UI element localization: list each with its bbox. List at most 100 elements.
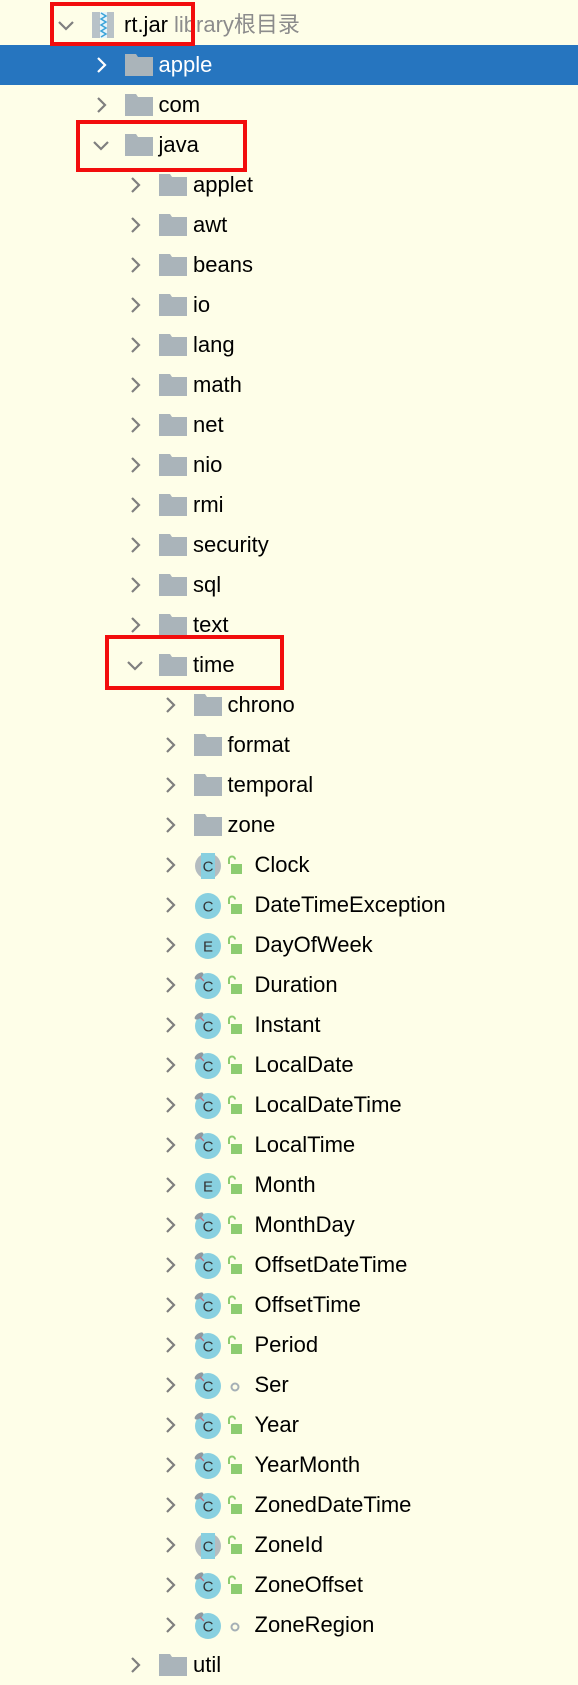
chevron-right-icon[interactable] (123, 533, 147, 557)
public-lock-icon (226, 855, 244, 875)
tree-item-label: temporal (228, 771, 314, 799)
svg-text:E: E (202, 938, 212, 955)
chevron-right-icon[interactable] (158, 1573, 182, 1597)
chevron-right-icon[interactable] (89, 53, 113, 77)
final-class-icon: C (194, 1611, 222, 1640)
final-class-icon: C (194, 1131, 222, 1160)
chevron-right-icon[interactable] (158, 1013, 182, 1037)
chevron-right-icon[interactable] (158, 1093, 182, 1117)
chevron-right-icon[interactable] (158, 1453, 182, 1477)
chevron-right-icon[interactable] (158, 1213, 182, 1237)
tree-item-yearmonth[interactable]: C YearMonth (0, 1445, 578, 1485)
tree-item-lang[interactable]: lang (0, 325, 578, 365)
chevron-down-icon[interactable] (89, 133, 113, 157)
tree-item-label: util (193, 1651, 221, 1679)
chevron-right-icon[interactable] (158, 853, 182, 877)
tree-item-label: OffsetDateTime (255, 1251, 408, 1279)
tree-item-sql[interactable]: sql (0, 565, 578, 605)
chevron-right-icon[interactable] (158, 1493, 182, 1517)
tree-item-month[interactable]: E Month (0, 1165, 578, 1205)
chevron-right-icon[interactable] (158, 1373, 182, 1397)
tree-item-dayofweek[interactable]: E DayOfWeek (0, 925, 578, 965)
tree-item-apple[interactable]: apple (0, 44, 578, 85)
tree-item-format[interactable]: format (0, 725, 578, 765)
chevron-right-icon[interactable] (158, 1613, 182, 1637)
tree-item-offsettime[interactable]: C OffsetTime (0, 1285, 578, 1325)
chevron-right-icon[interactable] (123, 1653, 147, 1677)
folder-icon (159, 173, 187, 196)
tree-item-java[interactable]: java (0, 125, 578, 165)
tree-item-rt.jar[interactable]: rt.jar library根目录 (0, 5, 578, 45)
chevron-right-icon[interactable] (123, 453, 147, 477)
chevron-right-icon[interactable] (158, 693, 182, 717)
tree-item-chrono[interactable]: chrono (0, 685, 578, 725)
tree-item-zoneid[interactable]: C ZoneId (0, 1525, 578, 1565)
chevron-right-icon[interactable] (123, 333, 147, 357)
chevron-right-icon[interactable] (158, 1533, 182, 1557)
chevron-right-icon[interactable] (123, 373, 147, 397)
chevron-right-icon[interactable] (158, 1253, 182, 1277)
tree-item-offsetdatetime[interactable]: C OffsetDateTime (0, 1245, 578, 1285)
tree-item-temporal[interactable]: temporal (0, 765, 578, 805)
item-name: sql (193, 571, 222, 597)
item-name: Duration (254, 971, 338, 997)
chevron-right-icon[interactable] (158, 973, 182, 997)
chevron-right-icon[interactable] (158, 1333, 182, 1357)
chevron-down-icon[interactable] (54, 13, 78, 37)
chevron-right-icon[interactable] (123, 293, 147, 317)
chevron-right-icon[interactable] (123, 413, 147, 437)
tree-item-clock[interactable]: C Clock (0, 845, 578, 885)
chevron-right-icon[interactable] (158, 933, 182, 957)
tree-item-label: Ser (255, 1371, 289, 1399)
chevron-right-icon[interactable] (158, 773, 182, 797)
tree-item-localdate[interactable]: C LocalDate (0, 1045, 578, 1085)
tree-item-beans[interactable]: beans (0, 245, 578, 285)
tree-item-net[interactable]: net (0, 405, 578, 445)
tree-item-year[interactable]: C Year (0, 1405, 578, 1445)
tree-item-math[interactable]: math (0, 365, 578, 405)
tree-item-nio[interactable]: nio (0, 445, 578, 485)
item-name: ZonedDateTime (254, 1491, 412, 1517)
chevron-right-icon[interactable] (158, 1173, 182, 1197)
chevron-right-icon[interactable] (158, 1293, 182, 1317)
tree-item-applet[interactable]: applet (0, 165, 578, 205)
tree-item-rmi[interactable]: rmi (0, 485, 578, 525)
chevron-right-icon[interactable] (123, 173, 147, 197)
chevron-right-icon[interactable] (123, 613, 147, 637)
folder-icon (159, 213, 187, 236)
chevron-right-icon[interactable] (123, 573, 147, 597)
chevron-down-icon[interactable] (123, 653, 147, 677)
tree-item-io[interactable]: io (0, 285, 578, 325)
chevron-right-icon[interactable] (158, 733, 182, 757)
chevron-right-icon[interactable] (123, 213, 147, 237)
tree-item-security[interactable]: security (0, 525, 578, 565)
chevron-right-icon[interactable] (158, 813, 182, 837)
chevron-right-icon[interactable] (158, 893, 182, 917)
folder-icon (159, 293, 187, 316)
tree-item-instant[interactable]: C Instant (0, 1005, 578, 1045)
tree-item-zoneoffset[interactable]: C ZoneOffset (0, 1565, 578, 1605)
tree-item-duration[interactable]: C Duration (0, 965, 578, 1005)
tree-item-localdatetime[interactable]: C LocalDateTime (0, 1085, 578, 1125)
tree-item-text[interactable]: text (0, 605, 578, 645)
tree-item-period[interactable]: C Period (0, 1325, 578, 1365)
tree-item-zoneddatetime[interactable]: C ZonedDateTime (0, 1485, 578, 1525)
tree-item-zone[interactable]: zone (0, 805, 578, 845)
tree-item-ser[interactable]: C Ser (0, 1365, 578, 1405)
chevron-right-icon[interactable] (89, 93, 113, 117)
tree-item-monthday[interactable]: C MonthDay (0, 1205, 578, 1245)
tree-item-datetimeexception[interactable]: C DateTimeException (0, 885, 578, 925)
tree-item-com[interactable]: com (0, 85, 578, 125)
item-name: YearMonth (254, 1451, 361, 1477)
chevron-right-icon[interactable] (123, 253, 147, 277)
tree-item-util[interactable]: util (0, 1645, 578, 1685)
chevron-right-icon[interactable] (123, 493, 147, 517)
folder-icon (124, 53, 153, 76)
chevron-right-icon[interactable] (158, 1133, 182, 1157)
tree-item-time[interactable]: time (0, 645, 578, 685)
tree-item-localtime[interactable]: C LocalTime (0, 1125, 578, 1165)
chevron-right-icon[interactable] (158, 1413, 182, 1437)
chevron-right-icon[interactable] (158, 1053, 182, 1077)
tree-item-zoneregion[interactable]: C ZoneRegion (0, 1605, 578, 1645)
tree-item-awt[interactable]: awt (0, 205, 578, 245)
